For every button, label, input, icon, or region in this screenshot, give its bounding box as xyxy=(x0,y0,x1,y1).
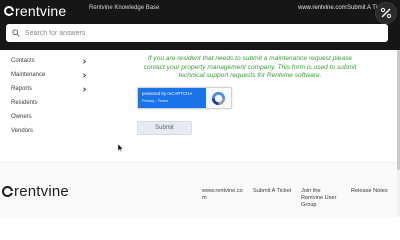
chevron-right-icon xyxy=(82,58,87,64)
sidebar-item-label: Vendors xyxy=(11,128,34,134)
logo-mark-icon xyxy=(4,6,14,16)
sidebar-item-label: Reports xyxy=(11,86,33,92)
tools-button[interactable] xyxy=(375,2,397,24)
mouse-cursor-icon xyxy=(118,144,124,152)
footer-link-user-group[interactable]: Join the Rentvine User Group xyxy=(301,188,341,209)
sidebar-item-label: Residents xyxy=(11,100,38,106)
sidebar-item-label: Maintenance xyxy=(11,72,46,78)
submit-button[interactable]: Submit xyxy=(137,121,192,135)
sidebar-item-reports[interactable]: Reports xyxy=(11,86,87,92)
sidebar-item-owners[interactable]: Owners xyxy=(11,114,87,120)
sidebar: Contacts Maintenance Reports Residents O… xyxy=(0,50,100,160)
recaptcha-icon xyxy=(211,91,226,106)
search-bar[interactable] xyxy=(6,24,388,42)
sidebar-item-contacts[interactable]: Contacts xyxy=(11,58,87,64)
nav-link-website[interactable]: www.rentvine.com xyxy=(298,5,347,11)
sidebar-item-vendors[interactable]: Vendors xyxy=(11,128,87,134)
footer-link-release-notes[interactable]: Release Notes xyxy=(351,188,396,195)
recaptcha-protected-text: protected by reCAPTCHA xyxy=(142,91,193,96)
resident-notice: If you are resident that needs to submit… xyxy=(143,55,357,80)
footer: rentvine www.rentvine.co m Submit A Tick… xyxy=(0,162,400,217)
sidebar-item-residents[interactable]: Residents xyxy=(11,100,87,106)
chevron-right-icon xyxy=(82,72,87,78)
tools-icon xyxy=(380,7,392,19)
chevron-right-icon xyxy=(82,86,87,92)
page: rentvine Rentvine Knowledge Base www.ren… xyxy=(0,0,400,217)
footer-link-website[interactable]: www.rentvine.co m xyxy=(202,188,243,202)
search-icon xyxy=(12,29,20,37)
sidebar-item-maintenance[interactable]: Maintenance xyxy=(11,72,87,78)
search-input[interactable] xyxy=(25,29,375,37)
footer-logo[interactable]: rentvine xyxy=(2,183,69,200)
sidebar-item-label: Contacts xyxy=(11,58,35,64)
recaptcha-badge: protected by reCAPTCHA Privacy - Terms xyxy=(138,88,206,108)
rentvine-logo[interactable]: rentvine xyxy=(4,3,66,19)
sidebar-item-label: Owners xyxy=(11,114,32,120)
recaptcha-widget[interactable]: protected by reCAPTCHA Privacy - Terms xyxy=(137,87,232,109)
logo-mark-icon xyxy=(2,186,13,197)
recaptcha-privacy-terms[interactable]: Privacy - Terms xyxy=(142,99,168,103)
header: rentvine Rentvine Knowledge Base www.ren… xyxy=(0,0,400,50)
logo-text: rentvine xyxy=(15,3,67,19)
footer-logo-text: rentvine xyxy=(14,183,69,200)
knowledge-base-title: Rentvine Knowledge Base xyxy=(89,5,160,11)
footer-link-submit-ticket[interactable]: Submit A Ticket xyxy=(253,188,303,195)
